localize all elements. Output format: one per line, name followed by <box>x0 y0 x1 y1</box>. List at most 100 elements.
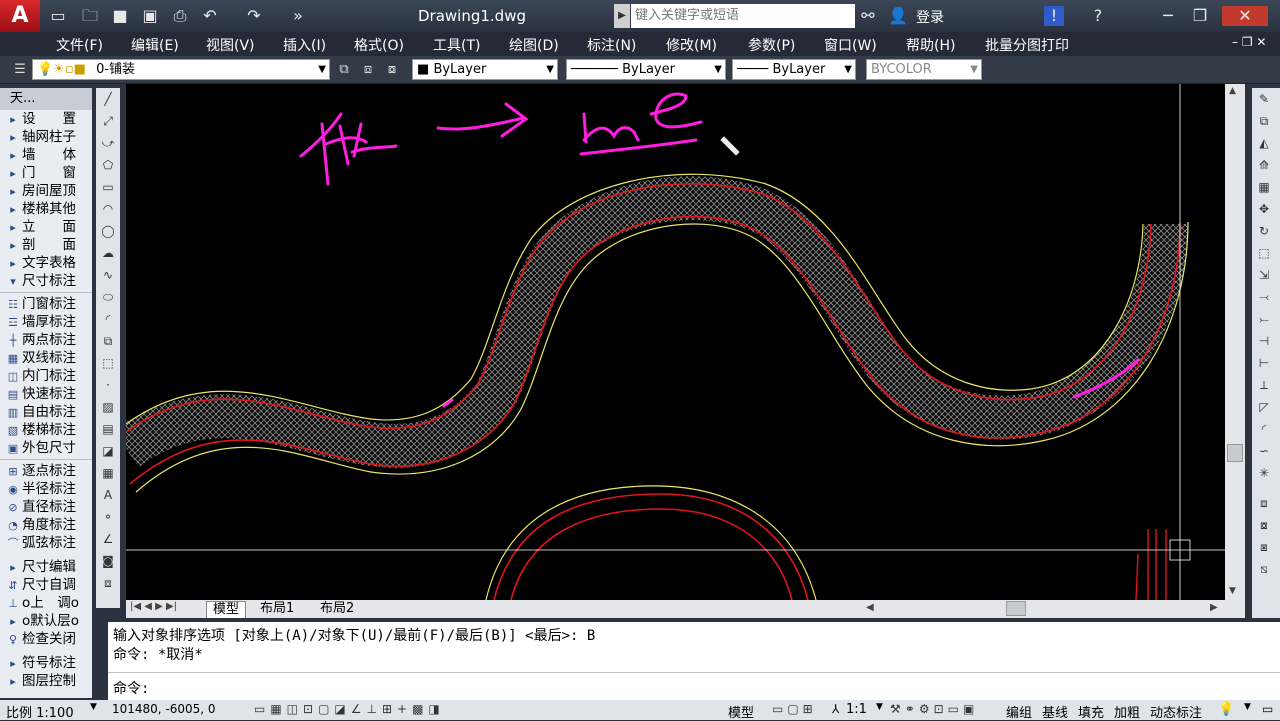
panel-item[interactable]: ⊞ 逐点标注 <box>0 462 92 480</box>
panel-item[interactable]: ▸ 房间屋顶 <box>0 182 92 200</box>
menu-insert[interactable]: 插入(I) <box>283 35 326 55</box>
menu-batch-print[interactable]: 批量分图打印 <box>985 35 1069 55</box>
plot-icon[interactable]: ⎙ <box>170 6 190 26</box>
menu-modify[interactable]: 修改(M) <box>666 35 717 55</box>
redo-icon[interactable]: ↷ <box>244 6 264 26</box>
plotstyle-dropdown[interactable]: BYCOLOR ▼ <box>866 59 982 80</box>
menu-file[interactable]: 文件(F) <box>56 35 103 55</box>
new-icon[interactable]: ▭ <box>48 6 68 26</box>
layer-previous-icon[interactable]: ⧈ <box>358 60 378 80</box>
panel-item[interactable]: ▾ 尺寸标注 <box>0 272 92 290</box>
gradient-icon[interactable]: ▤ <box>96 418 120 440</box>
menu-window[interactable]: 窗口(W) <box>824 35 877 55</box>
erase-icon[interactable]: ✎ <box>1252 88 1276 110</box>
chamfer-icon[interactable]: ◸ <box>1252 396 1276 418</box>
menu-parameter[interactable]: 参数(P) <box>748 35 795 55</box>
menu-dimension[interactable]: 标注(N) <box>587 35 636 55</box>
panel-item[interactable]: ⇵ 尺寸自调 <box>0 576 92 594</box>
view-icon[interactable]: ◙ <box>96 550 120 572</box>
panel-item[interactable]: ◔ 角度标注 <box>0 516 92 534</box>
panel-item[interactable]: ▸ 图层控制 <box>0 672 92 690</box>
chevron-down-icon[interactable]: ▼ <box>1244 702 1251 712</box>
close-icon[interactable]: ✕ <box>1222 6 1268 26</box>
rotate-icon[interactable]: ↻ <box>1252 220 1276 242</box>
rectangle-icon[interactable]: ▭ <box>96 176 120 198</box>
tab-nav-arrows-icon[interactable]: |◀ ◀ ▶ ▶| <box>130 601 177 612</box>
binoculars-icon[interactable]: ⚯ <box>858 6 878 26</box>
layer-state-icon[interactable]: ⧇ <box>382 60 402 80</box>
status-button-bold[interactable]: 加粗 <box>1114 702 1140 721</box>
insert-block-icon[interactable]: ⧉ <box>96 330 120 352</box>
chevron-down-icon[interactable]: ▼ <box>876 702 883 712</box>
panel-item[interactable]: ⊘ 直径标注 <box>0 498 92 516</box>
panel-item[interactable]: ☲ 墙厚标注 <box>0 313 92 331</box>
panel-item[interactable]: ▸ 楼梯其他 <box>0 200 92 218</box>
drawing-canvas[interactable] <box>126 84 1225 600</box>
copy-icon[interactable]: ⧉ <box>1252 110 1276 132</box>
polyline-icon[interactable]: ⤻ <box>96 132 120 154</box>
menu-format[interactable]: 格式(O) <box>354 35 404 55</box>
panel-item[interactable]: ▸ 轴网柱子 <box>0 128 92 146</box>
panel-item[interactable]: ▦ 双线标注 <box>0 349 92 367</box>
scale-selector[interactable]: 比例 1:100 <box>6 702 74 721</box>
panel-item[interactable]: ▸ 符号标注 <box>0 654 92 672</box>
blend-icon[interactable]: ∽ <box>1252 440 1276 462</box>
draw-order-icon[interactable]: ⧈ <box>1252 492 1276 514</box>
break-point-icon[interactable]: ⊣ <box>1252 330 1276 352</box>
vertical-scrollbar[interactable]: ▲ ▼ <box>1225 84 1245 600</box>
bring-front-icon[interactable]: ⧇ <box>1252 514 1276 536</box>
status-button-group[interactable]: 编组 <box>1006 702 1032 721</box>
scale-icon[interactable]: ⬚ <box>1252 242 1276 264</box>
hatch-icon[interactable]: ▨ <box>96 396 120 418</box>
ellipse-icon[interactable]: ⬭ <box>96 286 120 308</box>
layer-icon[interactable]: ⧈ <box>96 572 120 594</box>
panel-item[interactable]: ┼ 两点标注 <box>0 331 92 349</box>
revcloud-icon[interactable]: ☁ <box>96 242 120 264</box>
status-button-hatch[interactable]: 填充 <box>1078 702 1104 721</box>
panel-item[interactable]: ⌒ 弧弦标注 <box>0 534 92 552</box>
make-current-layer-icon[interactable]: ⧉ <box>334 60 354 80</box>
status-button-baseline[interactable]: 基线 <box>1042 702 1068 721</box>
panel-item[interactable]: ◫ 内门标注 <box>0 367 92 385</box>
send-back-icon[interactable]: ⧆ <box>1252 536 1276 558</box>
status-btn-group[interactable]: 编组 <box>1006 706 1032 721</box>
panel-item[interactable]: ▸ 文字表格 <box>0 254 92 272</box>
panel-item[interactable]: ▸ 墙 体 <box>0 146 92 164</box>
linetype-dropdown[interactable]: ────── ByLayer ▼ <box>566 59 726 80</box>
point-icon[interactable]: · <box>96 374 120 396</box>
mirror-icon[interactable]: ◭ <box>1252 132 1276 154</box>
measure-icon[interactable]: ∠ <box>96 528 120 550</box>
panel-item[interactable]: ☷ 门窗标注 <box>0 295 92 313</box>
ellipse-arc-icon[interactable]: ◜ <box>96 308 120 330</box>
panel-item[interactable]: ▥ 自由标注 <box>0 403 92 421</box>
menu-view[interactable]: 视图(V) <box>206 35 255 55</box>
tab-layout2[interactable]: 布局2 <box>314 601 360 618</box>
menu-tools[interactable]: 工具(T) <box>433 35 480 55</box>
panel-item[interactable]: ◉ 半径标注 <box>0 480 92 498</box>
break-icon[interactable]: ⊢ <box>1252 352 1276 374</box>
text-front-icon[interactable]: ⧅ <box>1252 558 1276 580</box>
layer-manager-icon[interactable]: ☰ <box>10 60 30 80</box>
make-block-icon[interactable]: ⬚ <box>96 352 120 374</box>
panel-item[interactable]: ▸ 设 置 <box>0 110 92 128</box>
exchange-icon[interactable]: ! <box>1044 6 1064 26</box>
annotation-scale[interactable]: 1:1 <box>846 702 867 717</box>
table-icon[interactable]: ▦ <box>96 462 120 484</box>
search-expand-icon[interactable]: ▶ <box>614 4 630 28</box>
panel-item[interactable]: ▸ o默认层o <box>0 612 92 630</box>
fullscreen-icon[interactable]: ▭ <box>1262 702 1273 716</box>
panel-item[interactable]: ▸ 门 窗 <box>0 164 92 182</box>
color-dropdown[interactable]: ■ ByLayer ▼ <box>412 59 558 80</box>
panel-item[interactable]: ▧ 楼梯标注 <box>0 421 92 439</box>
menu-edit[interactable]: 编辑(E) <box>131 35 179 55</box>
construction-line-icon[interactable]: ⤢ <box>96 110 120 132</box>
panel-item[interactable]: ▤ 快速标注 <box>0 385 92 403</box>
panel-item[interactable]: ♀ 检查关闭 <box>0 630 92 648</box>
command-input[interactable]: 命令: <box>113 678 149 698</box>
hscroll-thumb[interactable] <box>1006 601 1026 616</box>
hscroll-left-icon[interactable]: ◀ <box>866 602 874 613</box>
trim-icon[interactable]: ⤙ <box>1252 286 1276 308</box>
lineweight-dropdown[interactable]: ──── ByLayer ▼ <box>732 59 856 80</box>
tab-model[interactable]: 模型 <box>206 601 247 618</box>
panel-item[interactable]: ▸ 尺寸编辑 <box>0 558 92 576</box>
